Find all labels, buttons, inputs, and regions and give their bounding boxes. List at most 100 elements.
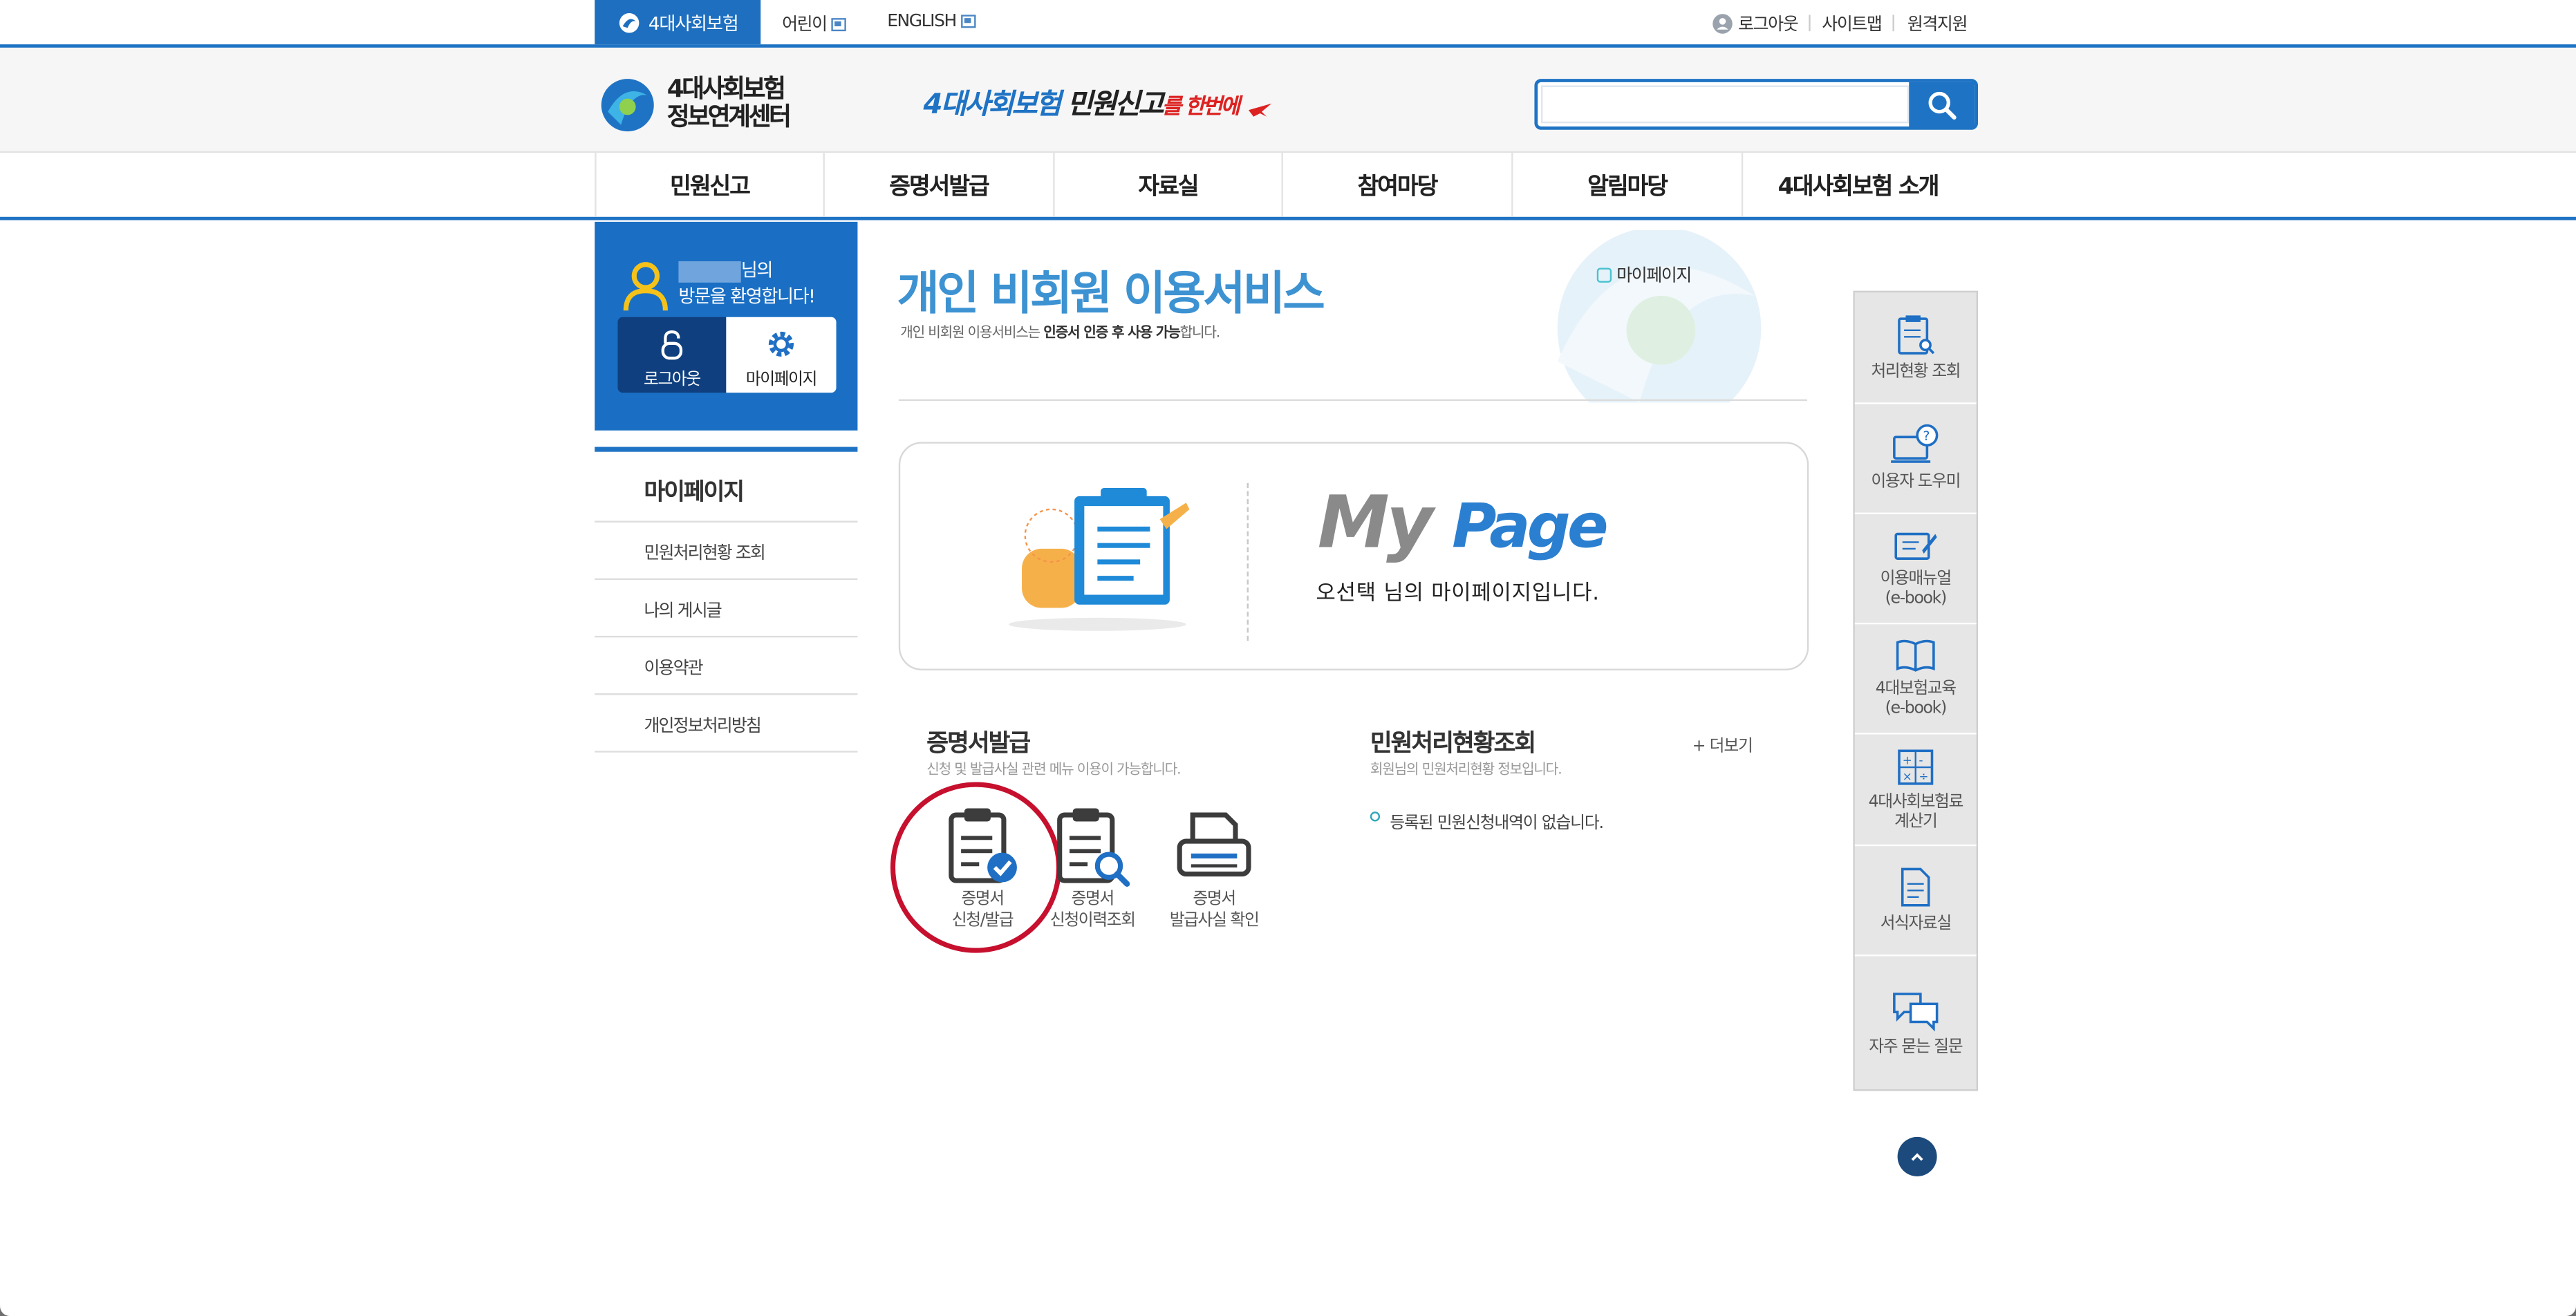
logout-label: 로그아웃	[1738, 15, 1799, 35]
breadcrumb: 마이페이지	[1596, 263, 1692, 288]
quick-item-education[interactable]: 4대보험교육 (e-book)	[1854, 624, 1977, 735]
search-bar	[1534, 79, 1979, 130]
status-section-title: 민원처리현황조회	[1370, 731, 1536, 758]
tab-4-insurance[interactable]: 4대사회보험	[595, 0, 761, 45]
mypage-logo-page: Page	[1452, 491, 1609, 562]
quick-item-calculator-label: 4대사회보험료	[1868, 792, 1964, 811]
quick-item-manual-label: 이용매뉴얼	[1880, 570, 1952, 588]
masked-user-name	[678, 260, 741, 282]
logout-link[interactable]: 로그아웃	[1712, 12, 1799, 37]
cert-verify-button[interactable]: 증명서 발급사실 확인	[1157, 802, 1271, 937]
highlight-circle	[890, 782, 1062, 953]
lnb-item-my-posts[interactable]: 나의 게시글	[595, 580, 858, 638]
quick-item-calculator-sub: 계산기	[1894, 812, 1938, 831]
title-divider	[898, 399, 1807, 401]
site-logo[interactable]: 4대사회보험 정보연계센터	[666, 73, 792, 132]
kids-link[interactable]: 어린이	[782, 12, 847, 37]
gnb-item-participation[interactable]: 참여마당	[1283, 153, 1513, 217]
certificate-section-subtitle: 신청 및 발급사실 관련 메뉴 이용이 가능합니다.	[926, 762, 1181, 779]
lnb-item-terms[interactable]: 이용약관	[595, 637, 858, 695]
gnb-item-civil-report[interactable]: 민원신고	[595, 153, 825, 217]
more-link[interactable]: + 더보기	[1692, 731, 1753, 755]
svg-text:-: -	[1919, 753, 1923, 766]
helper-question-icon: ?	[1891, 424, 1939, 463]
svg-text:÷: ÷	[1919, 769, 1928, 782]
slogan-part-2: 민원신고	[1067, 88, 1164, 122]
cert-history-line-1: 증명서	[1071, 890, 1115, 909]
quick-item-helper-label: 이용자 도우미	[1871, 473, 1961, 491]
quick-item-faq[interactable]: 자주 묻는 질문	[1855, 956, 1977, 1089]
quick-item-manual[interactable]: 이용매뉴얼 (e-book)	[1854, 514, 1977, 625]
logout-button[interactable]: 로그아웃	[617, 317, 727, 393]
slogan-part-1: 4대사회보험	[923, 88, 1061, 122]
watermark-logo	[1557, 229, 1762, 403]
english-label: ENGLISH	[887, 11, 957, 32]
browser-viewport: 4대사회보험 어린이 ENGLISH 로그아웃 사이트맵 원격지원 4대사회보험…	[0, 0, 2576, 1316]
gnb-item-notice[interactable]: 알림마당	[1513, 153, 1744, 217]
english-link[interactable]: ENGLISH	[887, 11, 976, 32]
quick-item-helper[interactable]: ? 이용자 도우미	[1854, 404, 1977, 515]
gnb-item-about[interactable]: 4대사회보험 소개	[1743, 153, 1973, 217]
search-input[interactable]	[1540, 85, 1910, 124]
chevron-up-icon	[1911, 1153, 1923, 1161]
lnb-item-privacy[interactable]: 개인정보처리방침	[595, 695, 858, 753]
cert-history-label: 증명서신청이력조회	[1038, 889, 1147, 932]
welcome-line-2: 방문을 환영합니다!	[678, 285, 815, 308]
calculator-icon: + -× ÷	[1898, 749, 1934, 784]
svg-text:+: +	[1903, 753, 1912, 766]
header-slogan: 4대사회보험 민원신고를 한번에	[923, 80, 1240, 122]
cert-history-button[interactable]: 증명서신청이력조회	[1038, 802, 1147, 937]
gnb-item-certificate[interactable]: 증명서발급	[825, 153, 1055, 217]
lnb-title: 마이페이지	[595, 446, 858, 523]
logo-line-1: 4대사회보험	[666, 73, 786, 104]
edit-document-icon	[1894, 532, 1937, 560]
scroll-top-button[interactable]	[1897, 1136, 1937, 1176]
main-navigation: 민원신고 증명서발급 자료실 참여마당 알림마당 4대사회보험 소개	[0, 153, 2576, 220]
clipboard-illustration-icon	[1009, 487, 1190, 631]
kids-label: 어린이	[782, 15, 828, 35]
svg-text:×: ×	[1903, 769, 1912, 782]
quick-item-status-label: 처리현황 조회	[1871, 362, 1961, 381]
subtitle-bold: 인증서 인증 후 사용 가능	[1043, 325, 1181, 342]
sitemap-link[interactable]: 사이트맵	[1822, 12, 1883, 37]
gear-icon	[768, 331, 794, 357]
lnb-item-status[interactable]: 민원처리현황 조회	[595, 523, 858, 581]
site-logo-icon[interactable]	[598, 75, 657, 135]
quick-item-education-sub: (e-book)	[1885, 699, 1948, 718]
utility-bar: 4대사회보험 어린이 ENGLISH 로그아웃 사이트맵 원격지원	[0, 0, 2576, 48]
chat-bubbles-icon	[1893, 992, 1939, 1031]
quick-menu: 처리현황 조회 ? 이용자 도우미 이용매뉴얼 (e-book) 4대보험교육 …	[1853, 290, 1979, 1091]
gnb-item-archive[interactable]: 자료실	[1055, 153, 1283, 217]
breadcrumb-current: 마이페이지	[1616, 266, 1692, 286]
quick-item-forms[interactable]: 서식자료실	[1854, 846, 1977, 957]
remote-support-link[interactable]: 원격지원	[1907, 12, 1968, 37]
quick-item-status[interactable]: 처리현황 조회	[1854, 292, 1977, 404]
quick-item-calculator[interactable]: + - × ÷ 4대사회보험료 계산기	[1854, 735, 1977, 847]
cert-history-line-2: 신청이력조회	[1049, 912, 1136, 930]
quick-item-manual-sub: (e-book)	[1885, 590, 1948, 608]
tab-4-insurance-label: 4대사회보험	[648, 12, 739, 34]
mypage-welcome-text: 오선택 님의 마이페이지입니다.	[1316, 581, 1600, 607]
remote-support-label: 원격지원	[1907, 15, 1968, 35]
logo-line-2: 정보연계센터	[666, 102, 792, 132]
user-icon	[1712, 14, 1733, 34]
clipboard-search-icon	[1057, 808, 1130, 887]
logo-icon	[619, 12, 639, 32]
mypage-button[interactable]: 마이페이지	[726, 317, 837, 393]
new-window-icon	[831, 17, 847, 30]
home-icon	[1596, 267, 1612, 283]
quick-item-forms-label: 서식자료실	[1880, 915, 1952, 934]
page-subtitle: 개인 비회원 이용서비스는 인증서 인증 후 사용 가능합니다.	[900, 322, 1220, 342]
mypage-button-label: 마이페이지	[745, 371, 818, 390]
clipboard-search-icon	[1898, 314, 1935, 354]
certificate-section-title: 증명서발급	[926, 731, 1031, 758]
mypage-logo-my: My	[1317, 481, 1433, 565]
unlock-icon	[661, 330, 683, 360]
cert-verify-label: 증명서 발급사실 확인	[1157, 889, 1271, 932]
quick-item-faq-label: 자주 묻는 질문	[1869, 1037, 1963, 1056]
site-header	[0, 47, 2576, 153]
search-icon	[1928, 91, 1957, 119]
printer-icon	[1177, 812, 1251, 877]
status-section-subtitle: 회원님의 민원처리현황 정보입니다.	[1370, 762, 1562, 779]
search-button[interactable]	[1909, 82, 1975, 127]
